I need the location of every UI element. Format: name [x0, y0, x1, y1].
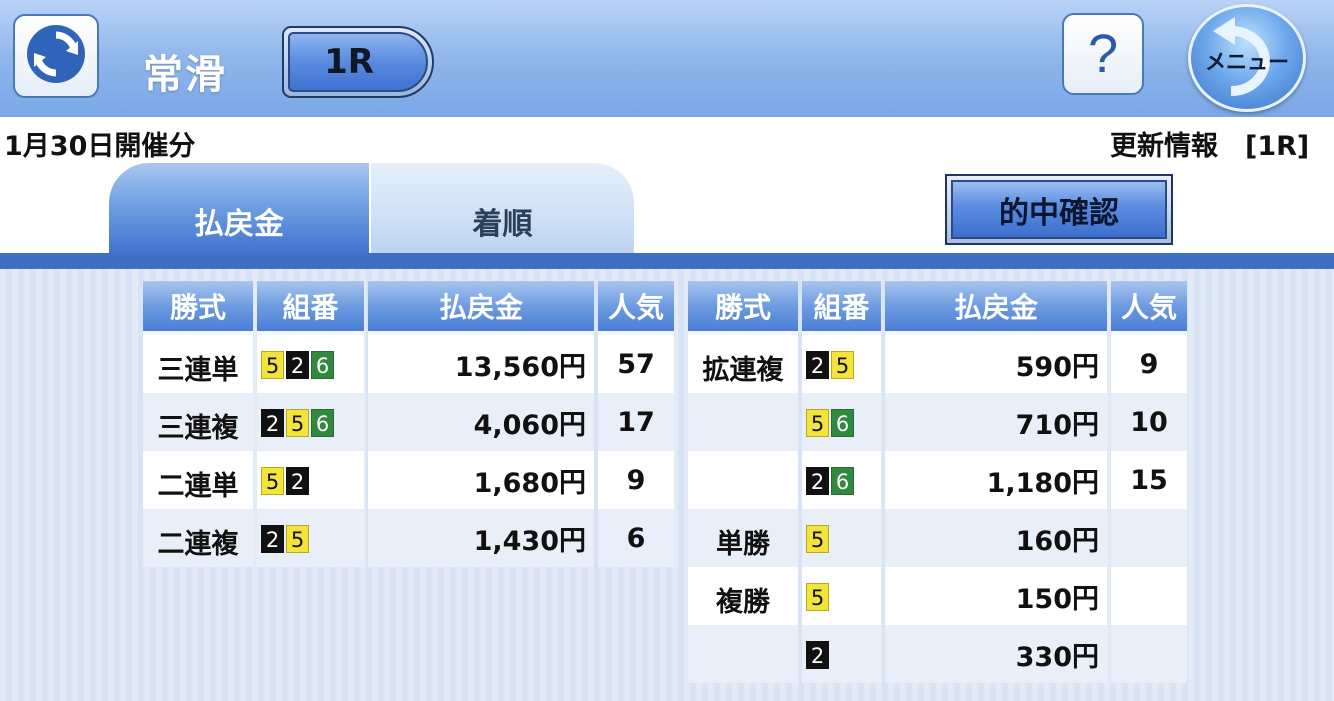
boat-number-chip: 2: [261, 525, 284, 553]
table-row: 三連複 2 5 6 4,060円 17: [143, 393, 674, 451]
payout-amount: 1,680円: [368, 451, 594, 509]
combination: 25: [257, 509, 364, 567]
popularity-rank: 10: [1111, 393, 1187, 451]
combination: 25: [802, 335, 881, 393]
boat-number-chip: 5: [831, 351, 854, 379]
help-button[interactable]: ?: [1062, 13, 1144, 95]
update-info[interactable]: 更新情報 [1R]: [1110, 124, 1334, 163]
boat-number-chip: 5: [806, 409, 829, 437]
bet-type: 拡連複: [688, 335, 798, 393]
boat-number-chip: 2: [261, 409, 284, 437]
tab-bar: 払戻金 着順: [109, 163, 634, 255]
payout-amount: 710円: [885, 393, 1107, 451]
boat-number-chip: 6: [831, 409, 854, 437]
payout-amount: 150円: [885, 567, 1107, 625]
table-row: 5 6 710円 10: [688, 393, 1187, 451]
popularity-rank: 57: [598, 335, 674, 393]
race-select-button[interactable]: 1R: [282, 26, 434, 98]
divider-bar: [0, 253, 1334, 269]
header-combo: 組番: [802, 281, 881, 335]
table-row: 複勝 5 150円: [688, 567, 1187, 625]
boat-number-chip: 5: [261, 351, 284, 379]
boat-number-chip: 6: [311, 409, 334, 437]
popularity-rank: [1111, 509, 1187, 567]
boat-number-chip: 2: [806, 351, 829, 379]
boat-number-chip: 5: [261, 467, 284, 495]
payout-amount: 1,180円: [885, 451, 1107, 509]
bet-type: 三連複: [143, 393, 253, 451]
boat-number-chip: 2: [286, 351, 309, 379]
header-popularity: 人気: [1111, 281, 1187, 335]
combination: 5: [802, 509, 881, 567]
bet-type: 二連単: [143, 451, 253, 509]
combination: 526: [257, 335, 364, 393]
header-amount: 払戻金: [368, 281, 594, 335]
boat-number-chip: 5: [286, 525, 309, 553]
boat-number-chip: 2: [806, 467, 829, 495]
bet-type: 三連単: [143, 335, 253, 393]
boat-number-chip: 6: [311, 351, 334, 379]
venue-name: 常滑: [143, 52, 227, 98]
tab-finish-order[interactable]: 着順: [369, 163, 634, 255]
table-row: 拡連複 2 5 590円 9: [688, 335, 1187, 393]
boat-number-chip: 2: [286, 467, 309, 495]
menu-label: メニュー: [1205, 50, 1289, 74]
race-label: 1R: [288, 32, 428, 92]
payout-amount: 4,060円: [368, 393, 594, 451]
payout-table-left: 勝式 組番 払戻金 人気 三連単 5 2 6 13,560円 57 三連複 2 5 6 4,060円…: [139, 281, 678, 567]
bet-type: 複勝: [688, 567, 798, 625]
refresh-icon: [25, 23, 87, 89]
boat-number-chip: 5: [806, 583, 829, 611]
header-popularity: 人気: [598, 281, 674, 335]
boat-number-chip: 6: [831, 467, 854, 495]
table-row: 2 6 1,180円 15: [688, 451, 1187, 509]
popularity-rank: 6: [598, 509, 674, 567]
boat-number-chip: 5: [286, 409, 309, 437]
payout-amount: 590円: [885, 335, 1107, 393]
header-amount: 払戻金: [885, 281, 1107, 335]
bet-type: [688, 451, 798, 509]
popularity-rank: 9: [1111, 335, 1187, 393]
tab-payout[interactable]: 払戻金: [109, 163, 369, 255]
table-row: 二連単 5 2 1,680円 9: [143, 451, 674, 509]
table-row: 単勝 5 160円: [688, 509, 1187, 567]
combination: 26: [802, 451, 881, 509]
bet-type: 二連複: [143, 509, 253, 567]
boat-number-chip: 2: [806, 641, 829, 669]
header-type: 勝式: [688, 281, 798, 335]
popularity-rank: 15: [1111, 451, 1187, 509]
payout-amount: 160円: [885, 509, 1107, 567]
payout-amount: 13,560円: [368, 335, 594, 393]
table-row: 2 330円: [688, 625, 1187, 683]
table-row: 二連複 2 5 1,430円 6: [143, 509, 674, 567]
hit-check-label: 的中確認: [951, 180, 1167, 239]
header-type: 勝式: [143, 281, 253, 335]
header-bar: 常滑 1R ? メニュー: [0, 0, 1334, 117]
boat-number-chip: 5: [806, 525, 829, 553]
header-combo: 組番: [257, 281, 364, 335]
popularity-rank: 9: [598, 451, 674, 509]
payout-amount: 1,430円: [368, 509, 594, 567]
popularity-rank: 17: [598, 393, 674, 451]
menu-button[interactable]: メニュー: [1188, 4, 1306, 112]
popularity-rank: [1111, 567, 1187, 625]
combination: 52: [257, 451, 364, 509]
combination: 5: [802, 567, 881, 625]
table-row: 三連単 5 2 6 13,560円 57: [143, 335, 674, 393]
bet-type: [688, 625, 798, 683]
event-date: 1月30日開催分: [4, 131, 196, 162]
payout-table-right: 勝式 組番 払戻金 人気 拡連複 2 5 590円 9 5 6 710円 10 2 6 1,180円 1…: [684, 281, 1191, 683]
combination: 56: [802, 393, 881, 451]
bet-type: 単勝: [688, 509, 798, 567]
combination: 256: [257, 393, 364, 451]
bet-type: [688, 393, 798, 451]
payout-amount: 330円: [885, 625, 1107, 683]
refresh-button[interactable]: [13, 14, 99, 98]
combination: 2: [802, 625, 881, 683]
popularity-rank: [1111, 625, 1187, 683]
hit-check-button[interactable]: 的中確認: [945, 174, 1173, 245]
